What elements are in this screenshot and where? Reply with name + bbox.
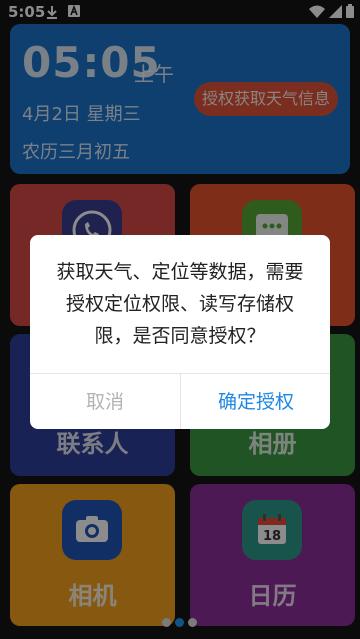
- cancel-button[interactable]: 取消: [30, 374, 180, 429]
- dialog-message-line: 获取天气、定位等数据，需要: [56, 261, 304, 283]
- dialog-message: 获取天气、定位等数据，需要 授权定位权限、读写存储权 限，是否同意授权？: [30, 256, 330, 352]
- dialog-button-row: 取消 确定授权: [30, 373, 330, 429]
- confirm-authorize-button[interactable]: 确定授权: [180, 374, 330, 429]
- dialog-message-line: 限，是否同意授权？: [94, 325, 266, 347]
- permission-dialog: 获取天气、定位等数据，需要 授权定位权限、读写存储权 限，是否同意授权？ 取消 …: [30, 235, 330, 429]
- dialog-message-line: 授权定位权限、读写存储权: [65, 293, 294, 315]
